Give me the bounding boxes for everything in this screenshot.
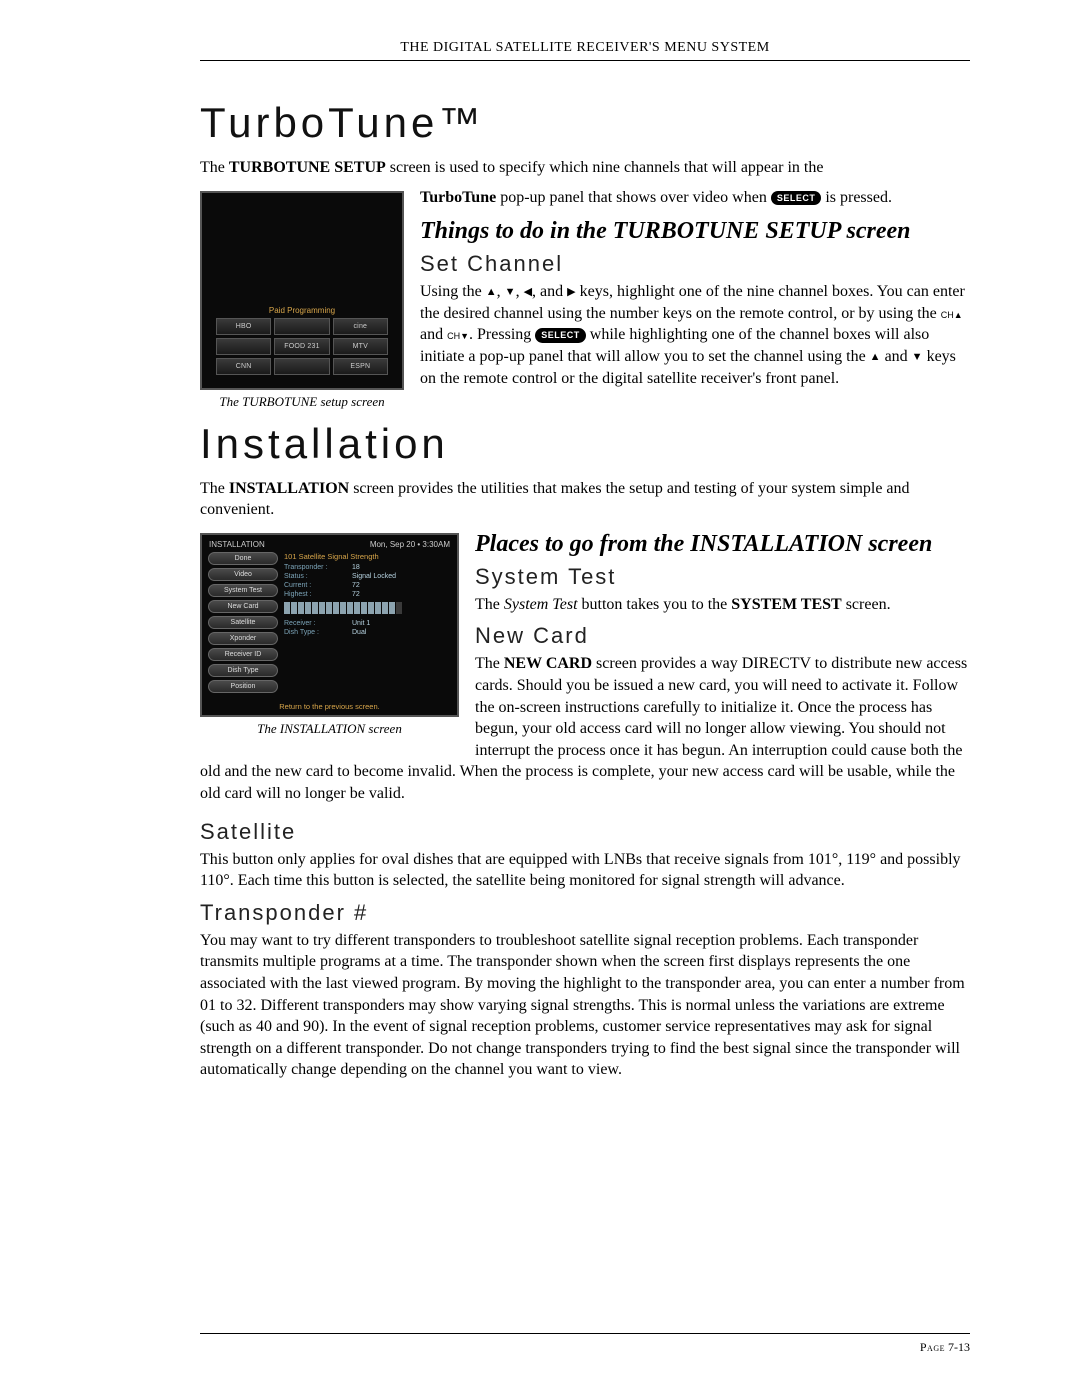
tt-cell: CNN (216, 358, 271, 375)
inst-topbar: INSTALLATION Mon, Sep 20 • 3:30AM (202, 535, 457, 552)
tt-cell (274, 318, 329, 335)
bold-text: INSTALLATION (229, 480, 349, 497)
tt-grid: Paid Programming HBO cine FOOD 231 MTV C… (216, 306, 388, 378)
page-number: 7-13 (948, 1340, 970, 1354)
inst-val: Unit 1 (352, 620, 370, 627)
bold-text: SYSTEM TEST (731, 596, 841, 613)
text: The (200, 480, 229, 497)
bold-text: TurboTune (420, 189, 496, 206)
inst-val: Signal Locked (352, 573, 396, 580)
signal-strength-bar (284, 602, 451, 614)
turbotune-intro: The TURBOTUNE SETUP screen is used to sp… (200, 157, 970, 179)
down-arrow-icon: ▼ (912, 351, 923, 363)
satellite-para: This button only applies for oval dishes… (200, 849, 970, 892)
text: , (516, 283, 524, 300)
tt-grid-title: Paid Programming (216, 306, 388, 315)
text: . Pressing (469, 326, 535, 343)
inst-side-button: Satellite (208, 616, 278, 629)
inst-side-button: Video (208, 568, 278, 581)
inst-side-button: Done (208, 552, 278, 565)
bold-text: NEW CARD (504, 655, 592, 672)
satellite-head: Satellite (200, 819, 970, 845)
installation-caption: The INSTALLATION screen (200, 717, 459, 737)
down-arrow-icon: ▼ (505, 286, 516, 298)
tt-cell (274, 358, 329, 375)
inst-sidebar: Done Video System Test New Card Satellit… (208, 552, 278, 693)
text: , (497, 283, 505, 300)
page: THE DIGITAL SATELLITE RECEIVER'S MENU SY… (0, 0, 1080, 1397)
inst-side-button: Position (208, 680, 278, 693)
transponder-para: You may want to try different transponde… (200, 930, 970, 1081)
inst-panel-title: 101 Satellite Signal Strength (284, 552, 451, 561)
inst-key: Dish Type : (284, 629, 346, 636)
inst-side-button: Dish Type (208, 664, 278, 677)
ch-down-icon: CH▼ (447, 330, 469, 342)
inst-main-panel: 101 Satellite Signal Strength Transponde… (284, 552, 451, 693)
select-button-icon: SELECT (771, 191, 822, 205)
installation-title: Installation (200, 420, 970, 468)
italic-text: System Test (504, 596, 578, 613)
left-arrow-icon: ◀ (524, 286, 532, 298)
turbotune-caption: The TURBOTUNE setup screen (200, 390, 404, 410)
text: is pressed. (821, 189, 892, 206)
inst-title: INSTALLATION (209, 540, 265, 549)
inst-footer-hint: Return to the previous screen. (202, 702, 457, 711)
up-arrow-icon: ▲ (870, 351, 881, 363)
transponder-head: Transponder # (200, 900, 970, 926)
turbotune-screenshot: Paid Programming HBO cine FOOD 231 MTV C… (200, 191, 404, 390)
inst-key: Status : (284, 573, 346, 580)
select-button-icon: SELECT (535, 328, 586, 342)
text: screen. (842, 596, 891, 613)
installation-figure: INSTALLATION Mon, Sep 20 • 3:30AM Done V… (200, 533, 459, 737)
inst-val: 72 (352, 591, 360, 598)
inst-val: Dual (352, 629, 366, 636)
ch-up-icon: CH▲ (941, 309, 963, 321)
page-footer: Page 7-13 (200, 1333, 970, 1355)
text: The (200, 159, 229, 176)
text: and (420, 326, 447, 343)
tt-cell: HBO (216, 318, 271, 335)
tt-cell: FOOD 231 (274, 338, 329, 355)
running-header: THE DIGITAL SATELLITE RECEIVER'S MENU SY… (200, 40, 970, 61)
bold-text: TURBOTUNE SETUP (229, 159, 386, 176)
inst-val: 72 (352, 582, 360, 589)
inst-side-button: New Card (208, 600, 278, 613)
inst-key: Highest : (284, 591, 346, 598)
text: and (881, 348, 912, 365)
text: The (475, 596, 504, 613)
inst-side-button: Receiver ID (208, 648, 278, 661)
text: Using the (420, 283, 486, 300)
inst-key: Transponder : (284, 564, 346, 571)
tt-cell: MTV (333, 338, 388, 355)
installation-intro: The INSTALLATION screen provides the uti… (200, 478, 970, 521)
turbotune-figure: Paid Programming HBO cine FOOD 231 MTV C… (200, 191, 404, 410)
up-arrow-icon: ▲ (486, 286, 497, 298)
tt-cell: ESPN (333, 358, 388, 375)
inst-key: Receiver : (284, 620, 346, 627)
right-arrow-icon: ▶ (567, 286, 575, 298)
tt-cell: cine (333, 318, 388, 335)
inst-key: Current : (284, 582, 346, 589)
text: The (475, 655, 504, 672)
text: button takes you to the (578, 596, 732, 613)
text: pop-up panel that shows over video when (496, 189, 771, 206)
inst-body: Done Video System Test New Card Satellit… (202, 552, 457, 699)
installation-screenshot: INSTALLATION Mon, Sep 20 • 3:30AM Done V… (200, 533, 459, 717)
inst-val: 18 (352, 564, 360, 571)
inst-side-button: System Test (208, 584, 278, 597)
page-label: Page (920, 1340, 945, 1354)
inst-side-button: Xponder (208, 632, 278, 645)
turbotune-title: TurboTune™ (200, 99, 970, 147)
text: screen is used to specify which nine cha… (386, 159, 824, 176)
tt-cell (216, 338, 271, 355)
text: , and (532, 283, 567, 300)
inst-clock: Mon, Sep 20 • 3:30AM (370, 540, 450, 549)
